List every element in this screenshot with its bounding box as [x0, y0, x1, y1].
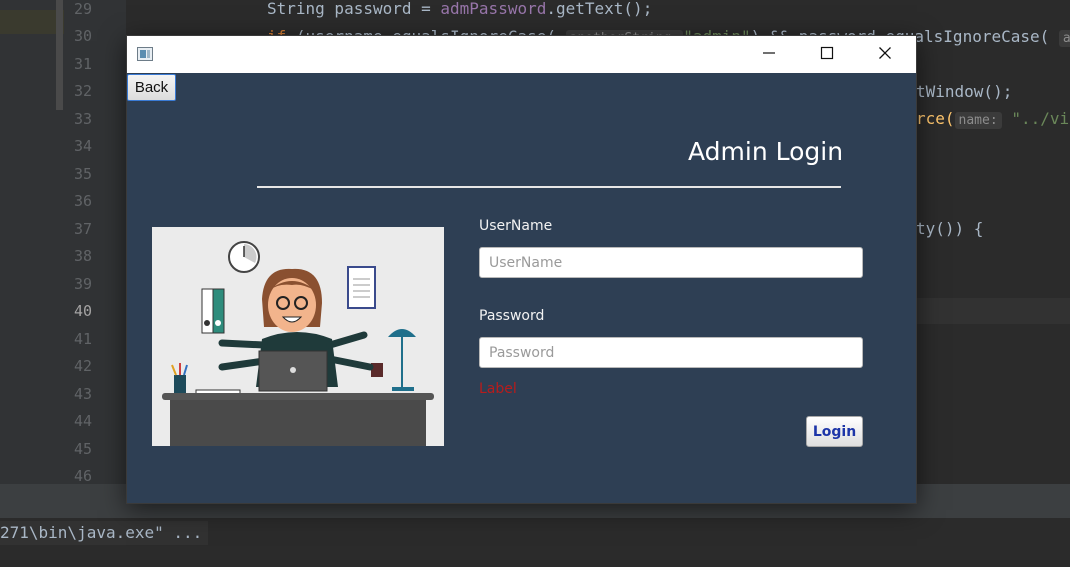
username-field[interactable] — [479, 247, 863, 278]
code-text: ty()) { — [916, 219, 984, 238]
param-hint: name: — [954, 112, 1002, 129]
param-hint: a — [1058, 30, 1070, 47]
minimize-icon — [762, 45, 776, 64]
line-number: 36 — [74, 192, 93, 210]
admin-login-window: Back Admin Login UserName UserName Passw… — [126, 35, 917, 504]
minimize-button[interactable] — [740, 36, 798, 73]
line-number: 35 — [74, 165, 93, 183]
password-field[interactable] — [479, 337, 863, 368]
admin-illustration — [152, 227, 444, 446]
line-number: 45 — [74, 440, 93, 458]
username-label: UserName — [479, 218, 553, 234]
window-titlebar[interactable] — [127, 36, 916, 73]
password-label: Password — [479, 308, 545, 324]
close-button[interactable] — [856, 36, 914, 73]
app-icon — [137, 46, 153, 61]
line-number: 41 — [74, 330, 93, 348]
code-line-37: ty()) { — [916, 219, 983, 238]
line-number: 29 — [74, 0, 93, 18]
ide-scrollbar-thumb[interactable] — [56, 0, 63, 110]
line-number: 42 — [74, 357, 93, 375]
line-number: 44 — [74, 412, 93, 430]
line-number: 37 — [74, 220, 93, 238]
page-title: Admin Login — [688, 137, 844, 166]
line-number: 32 — [74, 82, 93, 100]
line-number: 39 — [74, 275, 93, 293]
back-button[interactable]: Back — [127, 74, 176, 101]
code-method: rce( — [916, 109, 955, 128]
code-variable: admPassword — [440, 0, 547, 18]
line-number: 46 — [74, 467, 93, 485]
close-icon — [878, 45, 892, 64]
line-number: 31 — [74, 55, 93, 73]
maximize-button[interactable] — [798, 36, 856, 73]
code-line-29: String password = admPassword.getText(); — [267, 0, 652, 18]
line-number-current: 40 — [74, 302, 93, 320]
line-number: 34 — [74, 137, 93, 155]
line-number: 43 — [74, 385, 93, 403]
title-divider — [257, 186, 841, 188]
line-number: 30 — [74, 27, 93, 45]
code-text: tWindow(); — [916, 82, 1013, 101]
code-line-33: rce(name: "../vi — [916, 109, 1070, 129]
code-line-32: tWindow(); — [916, 82, 1012, 101]
maximize-icon — [820, 45, 834, 64]
code-text: .getText(); — [546, 0, 653, 18]
code-text: String password = — [267, 0, 441, 18]
console-output-line: 271\bin\java.exe" ... — [0, 521, 209, 545]
ide-selected-row — [0, 10, 64, 34]
error-message-label: Label — [479, 381, 517, 397]
line-number: 33 — [74, 110, 93, 128]
login-button[interactable]: Login — [806, 416, 863, 447]
line-number: 38 — [74, 247, 93, 265]
code-string: "../vi — [1011, 109, 1070, 128]
